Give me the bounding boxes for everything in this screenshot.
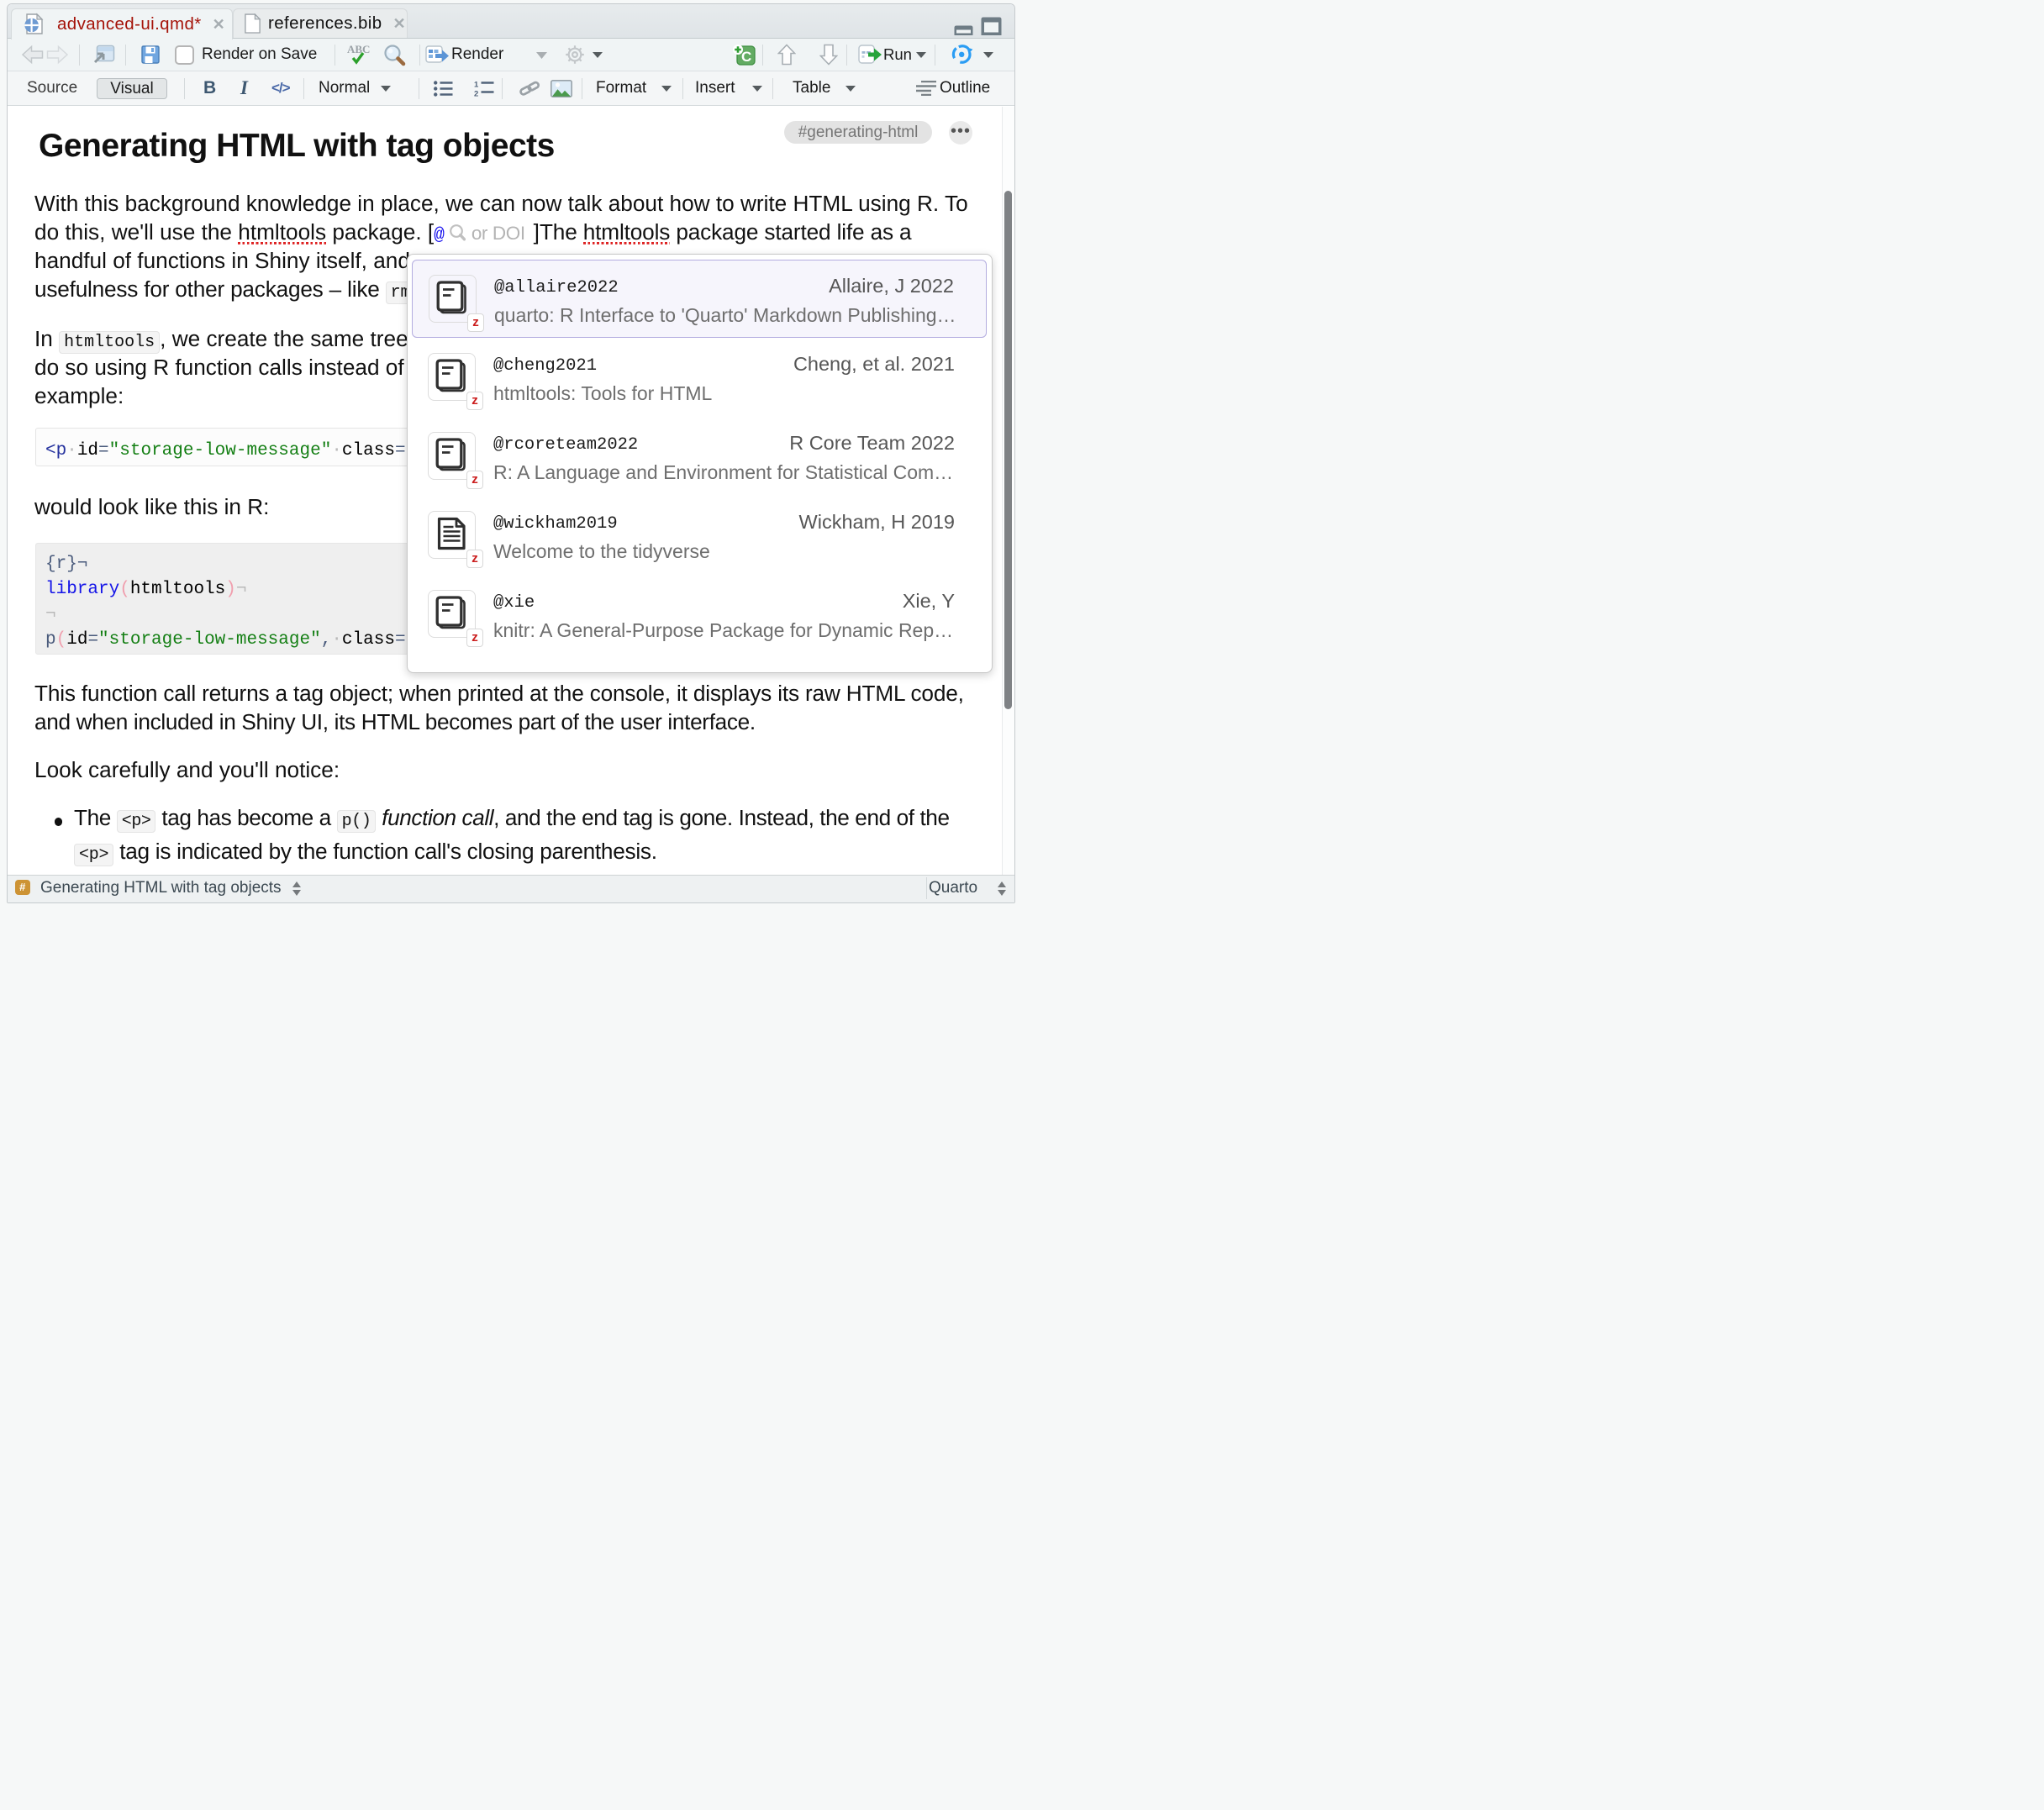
svg-text:1: 1: [474, 81, 479, 90]
svg-text:ABC: ABC: [347, 44, 370, 55]
svg-text:C: C: [741, 49, 751, 65]
svg-text:2: 2: [474, 90, 478, 97]
